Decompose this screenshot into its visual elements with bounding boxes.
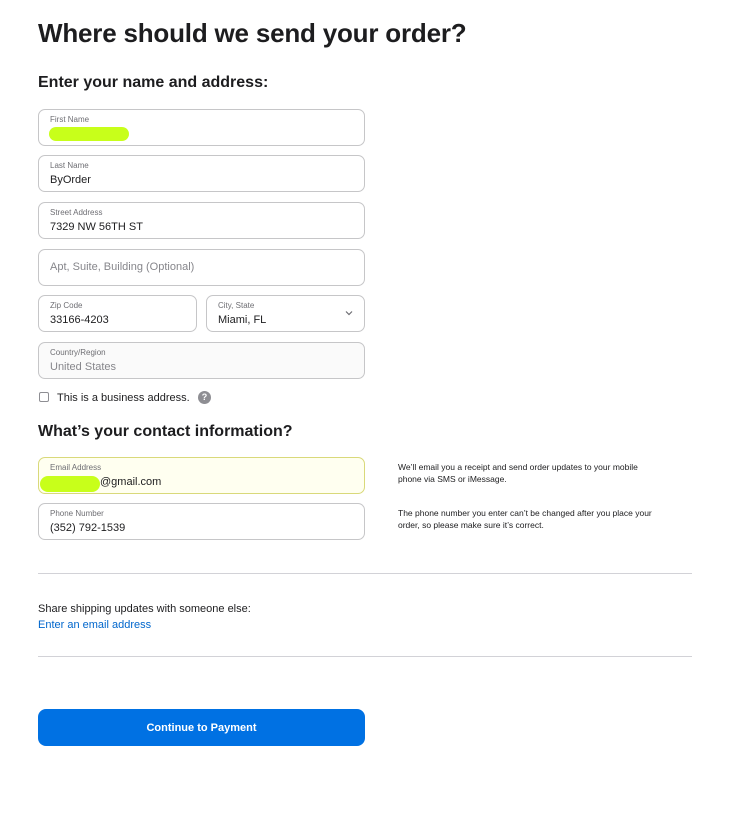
first-name-label: First Name bbox=[50, 115, 90, 124]
street-address-value: 7329 NW 56TH ST bbox=[50, 221, 143, 233]
help-icon[interactable]: ? bbox=[198, 391, 211, 404]
zip-code-label: Zip Code bbox=[50, 301, 83, 310]
apt-suite-placeholder: Apt, Suite, Building (Optional) bbox=[50, 261, 195, 273]
email-note: We’ll email you a receipt and send order… bbox=[398, 462, 638, 484]
email-value: @gmail.com bbox=[100, 476, 162, 488]
business-address-checkbox[interactable] bbox=[39, 392, 49, 402]
country-region-label: Country/Region bbox=[50, 348, 106, 357]
phone-number-value: (352) 792-1539 bbox=[50, 522, 126, 534]
country-region-value: United States bbox=[50, 361, 117, 373]
zip-code-value: 33166-4203 bbox=[50, 314, 109, 326]
phone-number-label: Phone Number bbox=[50, 509, 104, 518]
enter-email-link[interactable]: Enter an email address bbox=[38, 619, 151, 631]
phone-note: The phone number you enter can’t be chan… bbox=[398, 508, 652, 530]
last-name-value: ByOrder bbox=[50, 174, 91, 186]
last-name-label: Last Name bbox=[50, 161, 89, 170]
apt-suite-field[interactable]: Apt, Suite, Building (Optional) bbox=[38, 249, 365, 286]
continue-to-payment-button[interactable]: Continue to Payment bbox=[38, 709, 365, 746]
contact-section-heading: What’s your contact information? bbox=[38, 423, 293, 440]
share-updates-text: Share shipping updates with someone else… bbox=[38, 603, 251, 615]
divider bbox=[38, 656, 692, 657]
business-address-label[interactable]: This is a business address. bbox=[57, 392, 190, 404]
city-state-select[interactable]: City, State Miami, FL bbox=[206, 295, 365, 332]
zip-code-field[interactable]: Zip Code 33166-4203 bbox=[38, 295, 197, 332]
email-field[interactable]: Email Address @gmail.com bbox=[38, 457, 365, 494]
city-state-label: City, State bbox=[218, 301, 255, 310]
first-name-field[interactable]: First Name bbox=[38, 109, 365, 146]
street-address-label: Street Address bbox=[50, 208, 103, 217]
phone-number-field[interactable]: Phone Number (352) 792-1539 bbox=[38, 503, 365, 540]
redaction-mark bbox=[49, 127, 129, 141]
address-section-heading: Enter your name and address: bbox=[38, 74, 269, 91]
last-name-field[interactable]: Last Name ByOrder bbox=[38, 155, 365, 192]
country-region-field: Country/Region United States bbox=[38, 342, 365, 379]
city-state-value: Miami, FL bbox=[218, 314, 267, 326]
email-label: Email Address bbox=[50, 463, 102, 472]
page-title: Where should we send your order? bbox=[38, 18, 467, 48]
divider bbox=[38, 573, 692, 574]
redaction-mark bbox=[40, 476, 100, 492]
street-address-field[interactable]: Street Address 7329 NW 56TH ST bbox=[38, 202, 365, 239]
chevron-down-icon bbox=[345, 311, 353, 316]
